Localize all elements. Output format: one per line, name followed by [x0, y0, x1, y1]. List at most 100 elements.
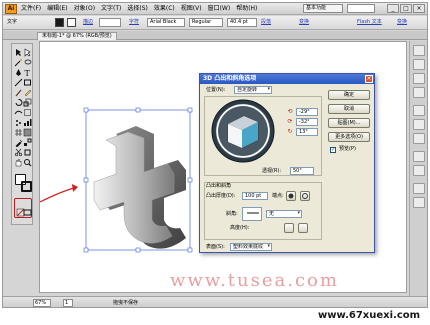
menu-select[interactable]: 选择(S) [127, 5, 148, 13]
eyedropper-tool-icon[interactable] [14, 138, 23, 147]
graph-tool-icon[interactable] [23, 118, 32, 127]
symbols-panel-icon[interactable] [413, 87, 425, 98]
maximize-button[interactable]: □ [400, 4, 412, 13]
gradient-tool-icon[interactable] [23, 128, 32, 137]
gradient-panel-icon[interactable] [413, 119, 425, 130]
transform-link[interactable]: 变换 [299, 19, 309, 26]
direct-selection-tool-icon[interactable] [23, 48, 32, 57]
blend-tool-icon[interactable] [23, 138, 32, 147]
3d-letter-t [93, 126, 186, 249]
swatches-panel-icon[interactable] [413, 59, 425, 70]
magic-wand-tool-icon[interactable] [14, 58, 23, 67]
status-bar: 67% 1 拖曳不保存 [3, 296, 427, 307]
transform-link-2[interactable]: 变换 [397, 19, 407, 26]
svg-text:T: T [25, 69, 31, 77]
line-tool-icon[interactable] [14, 78, 23, 87]
perspective-field[interactable]: 50° [290, 167, 314, 175]
mesh-tool-icon[interactable] [14, 128, 23, 137]
scale-tool-icon[interactable] [23, 98, 32, 107]
x-axis-icon: ⟲ [287, 108, 293, 115]
stroke-color-swatch[interactable] [21, 181, 32, 192]
extrude-depth-field[interactable]: 100 pt [242, 192, 268, 200]
more-options-button[interactable]: 更多选项(O) [328, 132, 370, 142]
zoom-tool-icon[interactable] [23, 158, 32, 167]
stroke-link[interactable]: 描边 [83, 19, 93, 26]
position-label: 位置(N): [206, 87, 226, 93]
menu-view[interactable]: 视图(V) [181, 5, 202, 13]
type-tool-icon[interactable]: T [23, 68, 32, 77]
bevel-extent-in-button[interactable] [298, 223, 308, 233]
rotate-tool-icon[interactable] [14, 98, 23, 107]
extrude-depth-label: 凸出厚度(D): [206, 193, 236, 199]
menu-window[interactable]: 窗口(W) [208, 5, 231, 13]
cancel-button[interactable]: 取消 [328, 104, 370, 114]
surface-select[interactable]: 塑料效果底纹 [230, 243, 272, 251]
font-style-select[interactable]: Regular [189, 18, 223, 27]
search-input[interactable] [347, 4, 375, 13]
artboard-number-field[interactable]: 1 [63, 299, 73, 307]
menu-effect[interactable]: 效果(C) [154, 5, 175, 13]
bevel-select[interactable]: 无 [266, 210, 302, 218]
symbol-sprayer-tool-icon[interactable] [14, 118, 23, 127]
minimize-button[interactable]: _ [387, 4, 399, 13]
artboards-panel-icon[interactable] [413, 197, 425, 208]
brushes-panel-icon[interactable] [413, 73, 425, 84]
menu-help[interactable]: 帮助(H) [236, 5, 257, 13]
position-select[interactable]: 自定旋转 [234, 86, 272, 94]
rotation-y-field[interactable]: -32° [296, 118, 318, 126]
rotation-z-field[interactable]: 13° [296, 128, 318, 136]
flash-text-link[interactable]: Flash 文本 [357, 19, 382, 26]
screen-mode-icon[interactable] [23, 208, 32, 217]
menu-file[interactable]: 文件(F) [21, 5, 41, 13]
font-family-select[interactable]: Arial Black [147, 18, 185, 27]
ok-button[interactable]: 确定 [328, 90, 370, 100]
hand-tool-icon[interactable] [14, 158, 23, 167]
workspace-switcher[interactable]: 基本功能 [303, 4, 343, 13]
menu-edit[interactable]: 编辑(E) [47, 5, 67, 13]
artboard-tool-icon[interactable] [23, 148, 32, 157]
pencil-tool-icon[interactable] [23, 88, 32, 97]
rotation-x-field[interactable]: -29° [296, 108, 318, 116]
free-transform-tool-icon[interactable] [23, 108, 32, 117]
character-link[interactable]: 字符 [129, 19, 139, 26]
zoom-level-select[interactable]: 67% [33, 299, 51, 307]
extrude-section-label: 凸出和斜角 [206, 183, 232, 189]
stroke-weight-field[interactable] [99, 18, 121, 27]
bevel-extent-out-button[interactable] [284, 223, 294, 233]
paintbrush-tool-icon[interactable] [14, 88, 23, 97]
cap-off-button[interactable] [300, 191, 310, 201]
cap-on-button[interactable] [286, 191, 296, 201]
handle-top [135, 107, 141, 113]
menu-type[interactable]: 文字(T) [101, 5, 121, 13]
fill-swatch[interactable] [55, 18, 64, 27]
graphic-styles-panel-icon[interactable] [413, 165, 425, 176]
map-art-button[interactable]: 贴图(M)... [328, 118, 370, 128]
paragraph-link[interactable]: 段落 [261, 19, 271, 26]
selection-tool-icon[interactable] [14, 48, 23, 57]
tab-document[interactable]: 未标题-1* @ 67% (RGB/预览) [37, 32, 117, 40]
scissors-tool-icon[interactable] [14, 148, 23, 157]
handle-bottom [135, 247, 141, 253]
warp-tool-icon[interactable] [14, 108, 23, 117]
color-panel-icon[interactable] [413, 45, 425, 56]
handle-bottom-left [83, 247, 89, 253]
bevel-label: 斜角: [226, 211, 238, 217]
menu-object[interactable]: 对象(O) [74, 5, 95, 13]
lasso-tool-icon[interactable] [23, 58, 32, 67]
layers-panel-icon[interactable] [413, 183, 425, 194]
close-button[interactable]: × [413, 4, 425, 13]
corner-brand-text: www.67xuexi.com [318, 310, 421, 321]
stroke-panel-icon[interactable] [413, 105, 425, 116]
preview-checkbox[interactable]: ✓ [330, 147, 336, 153]
dialog-close-icon[interactable]: × [365, 75, 373, 83]
pen-tool-icon[interactable] [14, 68, 23, 77]
font-size-field[interactable]: 40.4 pt [227, 18, 257, 27]
stroke-swatch[interactable] [67, 18, 76, 27]
dialog-title: 3D 凸出和斜角选项 [200, 74, 374, 84]
y-axis-icon: ⟳ [287, 118, 293, 125]
rectangle-tool-icon[interactable] [23, 78, 32, 87]
rotation-trackball[interactable] [210, 98, 276, 164]
transparency-panel-icon[interactable] [413, 133, 425, 144]
appearance-panel-icon[interactable] [413, 151, 425, 162]
perspective-label: 透视(R): [262, 168, 282, 174]
